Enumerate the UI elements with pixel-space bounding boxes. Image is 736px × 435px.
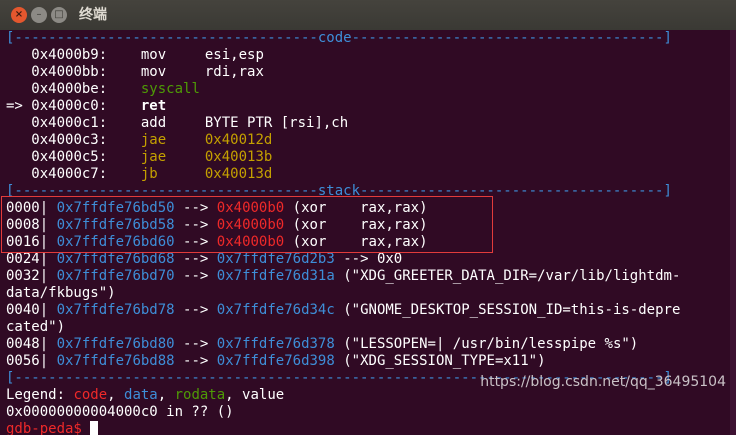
- code-opcode: ret: [140, 98, 167, 114]
- legend-line: Legend: code, data, rodata, value: [6, 387, 285, 403]
- stack-line: 0024| 0x7ffdfe76bd68 --> 0x7ffdfe76d2b3 …: [6, 251, 402, 268]
- code-address: 0x4000b9:: [31, 47, 108, 63]
- stack-address: 0x7ffdfe76bd68: [56, 251, 175, 267]
- stack-line: 0040| 0x7ffdfe76bd78 --> 0x7ffdfe76d34c …: [6, 302, 680, 319]
- code-opcode: mov: [140, 64, 167, 80]
- stack-continuation: cated"): [6, 319, 66, 335]
- code-line: 0x4000c1: add BYTE PTR [rsi],ch: [6, 115, 348, 132]
- stack-address: 0x7ffdfe76bd78: [56, 302, 175, 318]
- code-line: => 0x4000c0: ret: [6, 98, 205, 115]
- code-operands: 0x40013b: [204, 149, 273, 165]
- code-line: 0x4000c3: jae 0x40012d: [6, 132, 272, 149]
- window-title: 终端: [79, 7, 107, 23]
- gdb-prompt: gdb-peda$: [6, 421, 91, 435]
- stack-deref: ("XDG_GREETER_DATA_DIR=/var/lib/lightdm-: [343, 268, 681, 284]
- stack-line: 0048| 0x7ffdfe76bd80 --> 0x7ffdfe76d378 …: [6, 336, 638, 353]
- instruction-pointer-marker: [6, 132, 31, 148]
- stack-offset: 0048|: [6, 336, 49, 352]
- stack-address: 0x7ffdfe76bd88: [56, 353, 175, 369]
- code-operands: 0x40013d: [204, 166, 273, 182]
- pointer-arrow: -->: [183, 251, 209, 267]
- scrollbar[interactable]: [730, 30, 736, 435]
- legend-rodata: rodata: [174, 387, 226, 403]
- code-section-header: [------------------------------------cod…: [6, 30, 672, 46]
- code-line: 0x4000be: syscall: [6, 81, 200, 98]
- code-line: 0x4000bb: mov rdi,rax: [6, 64, 264, 81]
- stack-offset: 0040|: [6, 302, 49, 318]
- highlight-box: [1, 196, 493, 253]
- pointer-arrow: -->: [183, 302, 209, 318]
- stack-deref: ("LESSOPEN=| /usr/bin/lesspipe %s"): [343, 336, 639, 352]
- code-operands: BYTE PTR [rsi],ch: [204, 115, 349, 131]
- stack-line: 0056| 0x7ffdfe76bd88 --> 0x7ffdfe76d398 …: [6, 353, 546, 370]
- code-address: 0x4000c0:: [31, 98, 108, 114]
- legend-data: data: [124, 387, 158, 403]
- stack-target: 0x7ffdfe76d2b3: [216, 251, 335, 267]
- title-bar: × – □ 终端: [0, 0, 736, 30]
- code-address: 0x4000bb:: [31, 64, 108, 80]
- code-line: 0x4000c7: jb 0x40013d: [6, 166, 272, 183]
- legend-label: Legend:: [6, 387, 74, 403]
- stack-target: 0x7ffdfe76d31a: [216, 268, 335, 284]
- stack-deref: --> 0x0: [343, 251, 403, 267]
- pointer-arrow: -->: [183, 336, 209, 352]
- code-line: 0x4000c5: jae 0x40013b: [6, 149, 272, 166]
- text-cursor: [90, 421, 99, 435]
- instruction-pointer-marker: [6, 115, 31, 131]
- minimize-window-icon[interactable]: –: [31, 7, 47, 23]
- instruction-pointer-marker: [6, 166, 31, 182]
- instruction-pointer-marker: =>: [6, 98, 32, 114]
- stack-deref: ("GNOME_DESKTOP_SESSION_ID=this-is-depre: [343, 302, 681, 318]
- code-opcode: syscall: [140, 81, 200, 97]
- code-address: 0x4000c7:: [31, 166, 108, 182]
- stack-target: 0x7ffdfe76d34c: [216, 302, 335, 318]
- code-operands: esi,esp: [204, 47, 264, 63]
- code-address: 0x4000be:: [31, 81, 108, 97]
- stack-offset: 0056|: [6, 353, 49, 369]
- code-address: 0x4000c5:: [31, 149, 108, 165]
- stack-line: data/fkbugs"): [6, 285, 116, 302]
- stack-offset: 0024|: [6, 251, 49, 267]
- maximize-window-icon[interactable]: □: [51, 7, 67, 23]
- legend-code: code: [73, 387, 108, 403]
- instruction-pointer-marker: [6, 47, 31, 63]
- instruction-pointer-marker: [6, 64, 31, 80]
- code-address: 0x4000c1:: [31, 115, 108, 131]
- code-operands: 0x40012d: [204, 132, 273, 148]
- prompt-line[interactable]: gdb-peda$: [6, 421, 99, 435]
- stack-target: 0x7ffdfe76d378: [216, 336, 335, 352]
- pointer-arrow: -->: [183, 268, 209, 284]
- stack-line: cated"): [6, 319, 65, 336]
- close-window-icon[interactable]: ×: [11, 7, 27, 23]
- code-opcode: jae: [140, 149, 167, 165]
- code-opcode: add: [140, 115, 167, 131]
- stack-target: 0x7ffdfe76d398: [216, 353, 335, 369]
- pointer-arrow: -->: [183, 353, 209, 369]
- stack-line: 0032| 0x7ffdfe76bd70 --> 0x7ffdfe76d31a …: [6, 268, 680, 285]
- code-opcode: jb: [140, 166, 158, 182]
- stack-deref: ("XDG_SESSION_TYPE=x11"): [343, 353, 546, 369]
- code-line: 0x4000b9: mov esi,esp: [6, 47, 264, 64]
- code-address: 0x4000c3:: [31, 132, 108, 148]
- code-opcode: mov: [140, 47, 167, 63]
- watermark: https://blog.csdn.net/qq_36495104: [480, 374, 726, 390]
- legend-value: value: [242, 387, 285, 403]
- stack-offset: 0032|: [6, 268, 49, 284]
- code-opcode: jae: [140, 132, 167, 148]
- stack-continuation: data/fkbugs"): [6, 285, 116, 301]
- stack-address: 0x7ffdfe76bd70: [56, 268, 175, 284]
- instruction-pointer-marker: [6, 149, 31, 165]
- stack-address: 0x7ffdfe76bd80: [56, 336, 175, 352]
- code-operands: rdi,rax: [204, 64, 264, 80]
- location-line: 0x00000000004000c0 in ?? (): [6, 404, 234, 420]
- instruction-pointer-marker: [6, 81, 31, 97]
